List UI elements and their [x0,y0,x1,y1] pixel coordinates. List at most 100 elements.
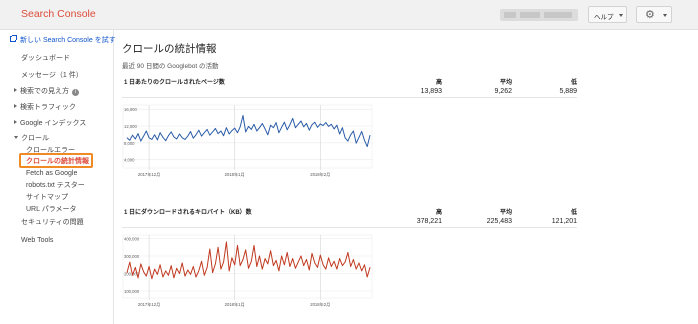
kb-downloaded-chart[interactable]: 400,000 300,000 200,000 100,000 2017年12月 2018… [121,232,374,314]
info-icon[interactable]: i [72,89,79,96]
page-subtitle: 最近 90 日間の Googlebot の活動 [122,63,219,70]
sidebar-item-web-tools[interactable]: Web Tools [21,236,53,245]
data-point [226,127,227,129]
data-point [212,131,213,133]
chevron-down-icon [619,14,623,17]
data-point [300,255,302,257]
data-point [134,138,136,140]
data-point [330,123,332,125]
data-point [201,260,202,262]
data-point [284,264,285,266]
data-point [195,134,197,136]
data-point [237,245,238,246]
stat-avg-value: 225,483 [486,218,512,225]
data-point [300,120,302,122]
stat-low-header: 低 [570,210,577,216]
data-point [179,273,180,274]
data-point [273,127,274,129]
data-point [168,135,169,137]
data-point [220,130,222,132]
sidebar-item-url-parameters[interactable]: URL パラメータ [26,205,76,214]
data-point [366,146,368,147]
sidebar-item-security-issues[interactable]: セキュリティの問題 [21,218,84,227]
stat-high-header: 高 [435,210,442,216]
sidebar-item-sitemaps[interactable]: サイトマップ [26,193,68,202]
stat-low-header: 低 [570,80,577,86]
data-point [151,139,153,140]
pages-crawled-chart[interactable]: 16,000 12,000 8,000 4,000 2017年12月 2018年1月 201… [121,102,374,184]
data-point [215,128,216,129]
data-point [220,268,222,270]
settings-button[interactable]: ⚙ [636,6,672,23]
data-point [328,126,329,127]
y-tick-label: 4,000 [124,158,135,163]
stat-avg-value: 9,262 [494,88,512,95]
help-button[interactable]: ヘルプ [588,6,627,23]
data-point [165,140,167,142]
pages-crawled-chart-svg: 16,000 12,000 8,000 4,000 2017年12月 2018年1月 201… [122,104,373,178]
data-point [137,133,139,134]
data-point [308,269,310,271]
data-point [242,115,244,116]
data-point [192,137,194,139]
data-point [245,131,247,133]
data-point [295,127,296,129]
y-tick-label: 300,000 [124,254,140,259]
data-point [330,266,332,267]
data-point [306,259,307,260]
data-point [256,130,258,132]
data-point [355,142,357,144]
data-point [369,134,371,136]
data-point [239,126,241,128]
data-point [126,137,128,139]
stat-low-value: 121,201 [551,218,577,225]
data-point [173,136,175,138]
sidebar-nav: 新しい Search Console を試す ダッシュボード メッセージ（1 件… [0,30,116,324]
data-point [217,133,219,134]
data-point [145,130,147,132]
data-point [187,269,189,271]
brand-logo[interactable]: Search Console [21,8,96,20]
data-point [289,266,291,267]
x-tick-label: 2018年1月 [225,171,245,178]
data-point [347,140,349,142]
data-point [237,132,238,134]
data-point [154,268,155,270]
data-point [148,266,150,267]
data-point [328,257,329,259]
sidebar-item-search-traffic[interactable]: 検索トラフィック [14,103,76,112]
data-point [154,134,155,136]
data-point [250,260,252,262]
sidebar-item-fetch-as-google[interactable]: Fetch as Google [26,169,77,178]
new-console-link[interactable]: 新しい Search Console を試す [10,35,116,45]
expand-arrow-icon [14,104,17,108]
data-point [347,252,349,253]
data-point [275,260,277,261]
sidebar-item-google-index[interactable]: Google インデックス [14,119,86,128]
data-point [256,266,258,267]
data-point [369,267,371,268]
gear-icon: ⚙ [645,8,655,21]
sidebar-item-messages[interactable]: メッセージ（1 件） [21,71,83,80]
data-point [143,271,144,273]
external-link-icon [10,35,17,42]
sidebar-item-crawl[interactable]: クロール [14,134,49,143]
plot-area [122,104,373,169]
data-point [223,135,224,137]
data-point [267,263,269,265]
data-point [143,135,144,137]
account-switcher[interactable] [500,9,578,21]
sidebar-item-crawl-stats[interactable]: クロールの統計情報 [26,157,89,166]
data-point [267,134,269,136]
data-point [162,276,164,278]
data-point [306,123,307,124]
sidebar-item-dashboard[interactable]: ダッシュボード [21,54,70,63]
data-point [311,124,313,126]
data-point [270,124,271,126]
sidebar-item-robots-tester[interactable]: robots.txt テスター [26,181,85,190]
data-point [206,267,208,268]
y-tick-label: 100,000 [124,289,140,294]
collapse-arrow-icon [14,136,18,139]
expand-arrow-icon [14,88,17,92]
sidebar-item-search-appearance[interactable]: 検索での見え方 i [14,87,79,96]
